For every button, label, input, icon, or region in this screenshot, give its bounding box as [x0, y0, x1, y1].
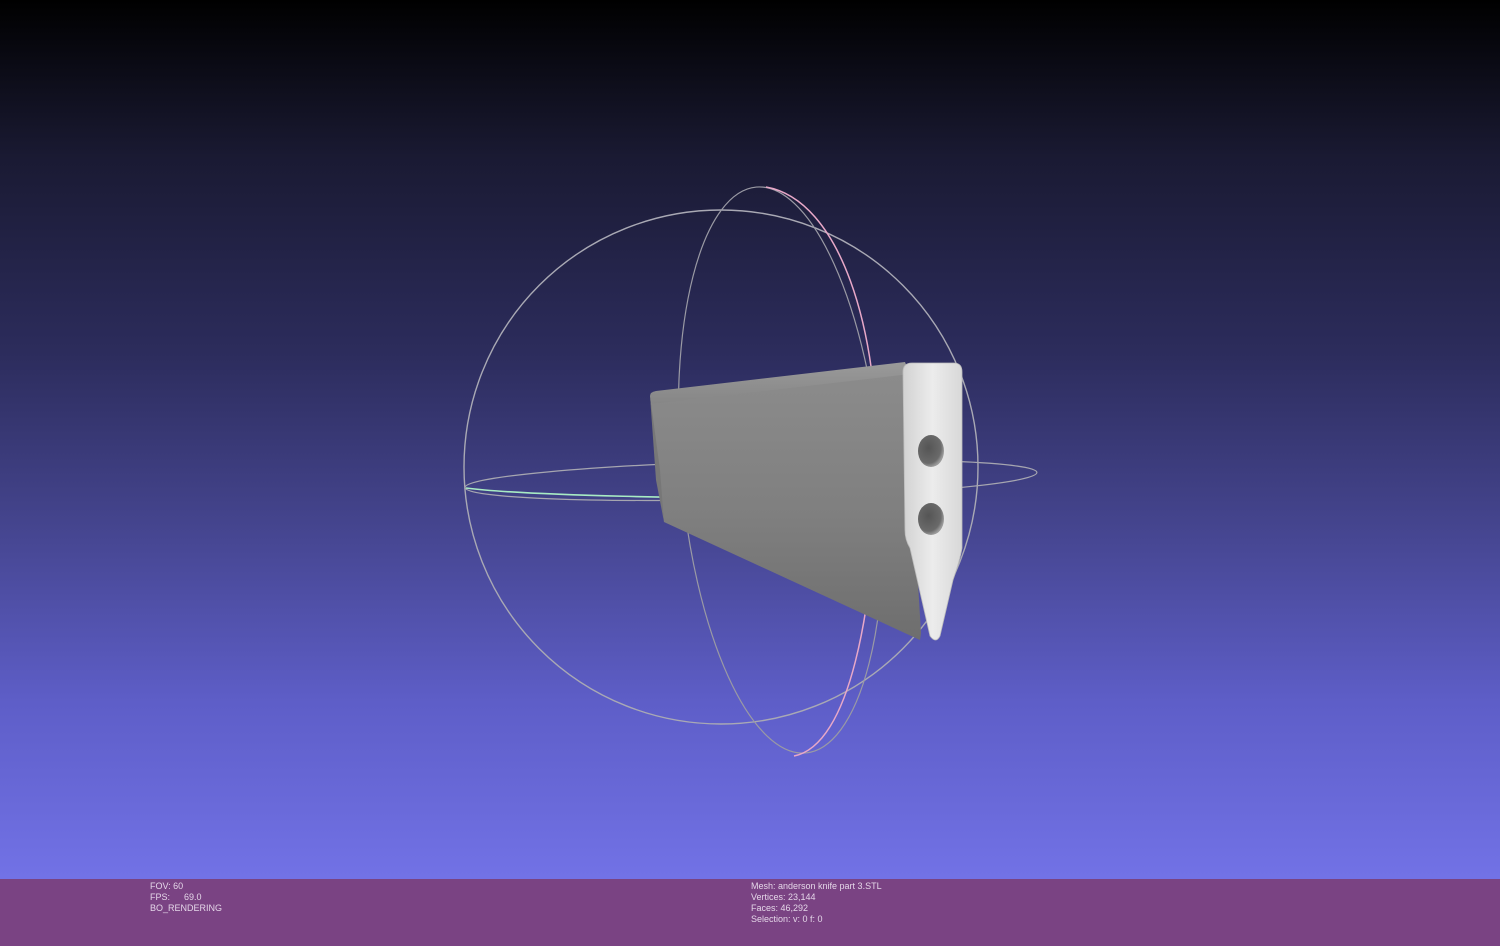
mesh-side-face: [650, 364, 921, 640]
fps-readout: FPS: 69.0: [150, 892, 222, 903]
faces-readout: Faces: 46,292: [751, 903, 809, 913]
fps-label: FPS:: [150, 892, 171, 902]
mesh-info-panel: Mesh: anderson knife part 3.STL Vertices…: [751, 881, 882, 925]
fov-readout: FOV: 60: [150, 881, 184, 891]
3d-viewport[interactable]: [0, 0, 1500, 879]
scene-canvas[interactable]: [0, 0, 1500, 879]
render-mode-readout: BO_RENDERING: [150, 903, 223, 913]
selection-readout: Selection: v: 0 f: 0: [751, 914, 823, 924]
mesh-hole-upper: [918, 435, 944, 467]
mesh-name-readout: Mesh: anderson knife part 3.STL: [751, 881, 882, 891]
mesh-hole-lower: [918, 503, 944, 535]
fps-value: 69.0: [184, 892, 202, 902]
render-info-panel: FOV: 60 FPS: 69.0 BO_RENDERING: [150, 881, 222, 914]
status-bar: FOV: 60 FPS: 69.0 BO_RENDERING Mesh: ande…: [0, 879, 1500, 946]
vertices-readout: Vertices: 23,144: [751, 892, 816, 902]
